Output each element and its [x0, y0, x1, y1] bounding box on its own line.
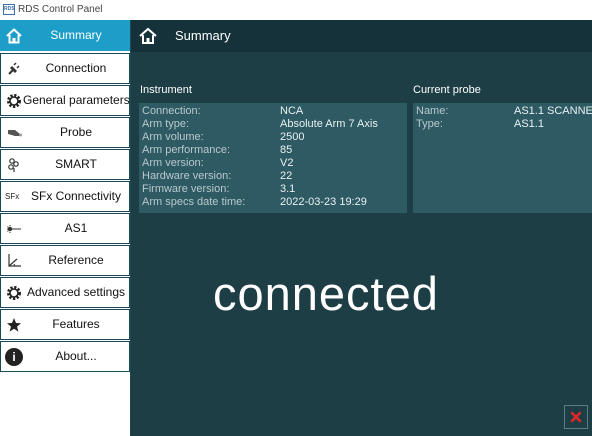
probe-panel: Name: AS1.1 SCANNE Type: AS1.1 [413, 103, 592, 213]
sidebar-item-label: About... [55, 349, 97, 363]
probe-label-name: Name: [416, 105, 449, 117]
laser-icon [7, 225, 21, 233]
home-icon [6, 28, 22, 44]
instrument-label-arm-volume: Arm volume: [142, 131, 204, 143]
sfx-icon: SFx [5, 192, 20, 201]
gear-icon [7, 286, 21, 300]
sidebar-item-advanced-settings[interactable]: Advanced settings [0, 277, 130, 308]
sidebar-item-label: Reference [48, 253, 104, 267]
sidebar-item-probe[interactable]: Probe [0, 117, 130, 148]
sidebar-item-features[interactable]: Features [0, 309, 130, 340]
instrument-value-firmware-version: 3.1 [280, 183, 296, 195]
instrument-section-title: Instrument [140, 84, 192, 96]
sidebar-item-about[interactable]: i About... [0, 341, 130, 372]
close-button[interactable] [564, 405, 588, 429]
sidebar-item-label: AS1 [64, 221, 88, 235]
instrument-label-arm-type: Arm type: [142, 118, 190, 130]
info-icon: i [5, 348, 23, 366]
instrument-value-hardware-version: 22 [280, 170, 293, 182]
instrument-value-arm-type: Absolute Arm 7 Axis [280, 118, 378, 130]
sidebar-item-general-parameters[interactable]: General parameters [0, 85, 130, 116]
title-bar: RDS RDS Control Panel [0, 0, 592, 20]
sidebar-item-reference[interactable]: Reference [0, 245, 130, 276]
instrument-value-arm-performance: 85 [280, 144, 293, 156]
sidebar-item-label: SMART [55, 157, 97, 171]
sidebar: Summary Connection General parameters Pr… [0, 20, 131, 436]
instrument-value-arm-volume: 2500 [280, 131, 305, 143]
close-icon [570, 411, 582, 423]
sidebar-item-connection[interactable]: Connection [0, 53, 130, 84]
probe-section-title: Current probe [413, 84, 481, 96]
probe-value-type: AS1.1 [514, 118, 544, 130]
instrument-value-connection: NCA [280, 105, 304, 117]
sidebar-item-sfx-connectivity[interactable]: SFx SFx Connectivity [0, 181, 130, 212]
window-title: RDS Control Panel [18, 4, 103, 15]
sidebar-item-label: SFx Connectivity [30, 189, 122, 203]
instrument-value-arm-specs-date: 2022-03-23 19:29 [280, 196, 367, 208]
plug-icon [8, 62, 20, 75]
instrument-panel: Connection: NCA Arm type: Absolute Arm 7… [139, 103, 407, 213]
star-icon [7, 318, 21, 332]
instrument-label-arm-specs-date: Arm specs date time: [142, 196, 246, 208]
page-header: Summary [131, 20, 592, 52]
home-icon[interactable] [138, 26, 158, 46]
instrument-label-arm-performance: Arm performance: [142, 144, 231, 156]
sidebar-item-summary[interactable]: Summary [0, 20, 130, 51]
instrument-label-arm-version: Arm version: [142, 157, 204, 169]
sidebar-item-label: Probe [59, 125, 93, 139]
gear-icon [7, 94, 21, 108]
main-content: Summary Instrument Connection: NCA Arm t… [131, 20, 592, 436]
instrument-label-firmware-version: Firmware version: [142, 183, 230, 195]
sidebar-item-as1[interactable]: AS1 [0, 213, 130, 244]
connection-status: connected [213, 267, 439, 320]
sidebar-item-label: Features [52, 317, 100, 331]
sidebar-item-label: Advanced settings [26, 285, 126, 299]
probe-label-type: Type: [416, 118, 443, 130]
page-title: Summary [175, 28, 231, 43]
smart-icon [8, 158, 19, 172]
probe-icon [8, 130, 22, 137]
instrument-label-hardware-version: Hardware version: [142, 170, 232, 182]
sidebar-item-smart[interactable]: SMART [0, 149, 130, 180]
app-icon: RDS [3, 4, 15, 15]
instrument-value-arm-version: V2 [280, 157, 294, 169]
sidebar-item-label: General parameters [23, 93, 130, 107]
sidebar-item-label: Summary [50, 28, 102, 42]
probe-value-name: AS1.1 SCANNE [514, 105, 592, 117]
axes-icon [8, 254, 21, 267]
sidebar-item-label: Connection [45, 61, 107, 75]
instrument-label-connection: Connection: [142, 105, 201, 117]
